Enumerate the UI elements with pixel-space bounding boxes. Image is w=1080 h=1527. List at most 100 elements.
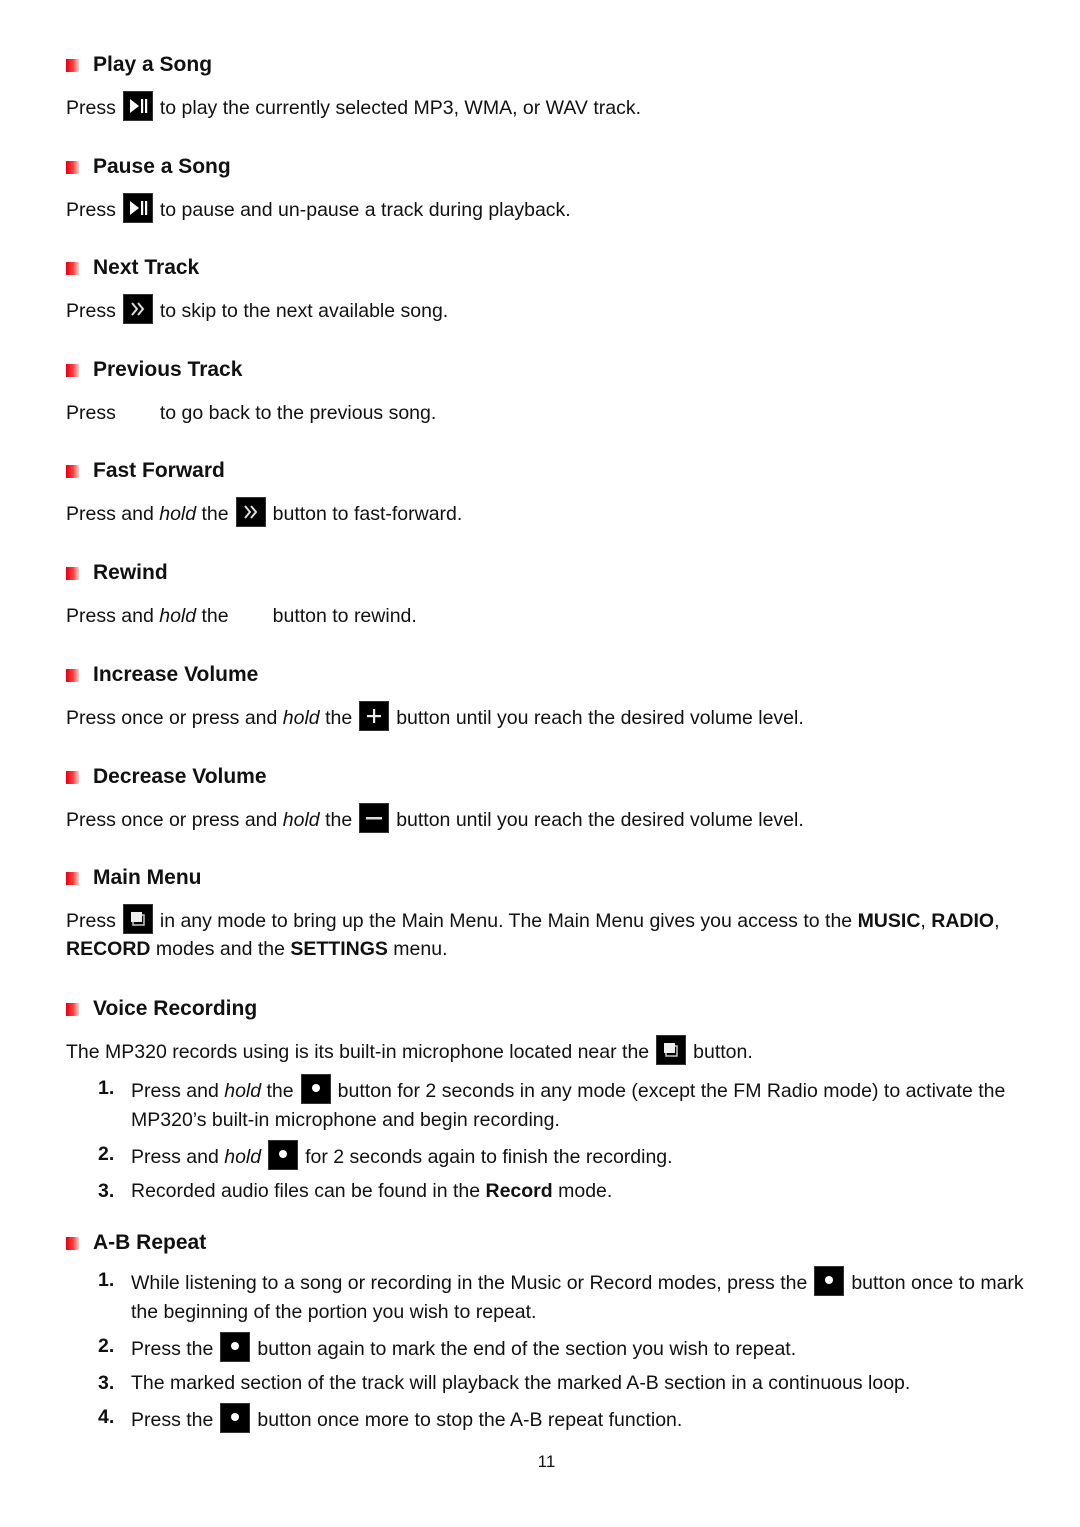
record-button-icon [300, 1074, 331, 1104]
step-number: 3. [98, 1372, 115, 1394]
text: Press and [131, 1146, 225, 1168]
section-bullet [66, 1002, 79, 1016]
section-heading: Pause a Song [93, 155, 231, 178]
section-bullet [66, 871, 79, 885]
list-item: 2. Press and hold for 2 seconds again to f… [66, 1140, 1026, 1172]
section-heading: Previous Track [93, 358, 243, 381]
section-heading: Main Menu [93, 866, 202, 889]
play-pause-icon [122, 91, 153, 121]
section-bullet [66, 668, 79, 682]
text: Recorded audio files can be found in the [131, 1180, 486, 1202]
next-icon [235, 497, 266, 527]
bold-text: RECORD [66, 938, 151, 960]
section-play-a-song: Play a Song Press to play the currently s… [66, 52, 1026, 122]
bold-text: Record [485, 1180, 553, 1202]
record-button-icon [814, 1266, 845, 1296]
play-pause-icon [122, 193, 153, 223]
text: button once more to stop the A-B repeat … [257, 1409, 683, 1431]
section-pause-a-song: Pause a Song Press to pause and un-pause … [66, 154, 1026, 224]
step-number: 3. [98, 1180, 115, 1202]
step-number: 1. [98, 1269, 115, 1291]
section-bullet [66, 261, 79, 275]
text: Press once or press and [66, 707, 283, 729]
text: The MP320 records using is its built-in … [66, 1041, 650, 1063]
text: Press the [131, 1409, 214, 1431]
section-heading: Voice Recording [93, 997, 258, 1020]
next-icon [122, 294, 153, 324]
plus-icon [359, 701, 390, 731]
section-fast-forward: Fast Forward Press and hold the button to… [66, 458, 1026, 528]
section-previous-track: Previous Track Press to go back to the pr… [66, 357, 1026, 427]
section-next-track: Next Track Press to skip to the next avai… [66, 255, 1026, 325]
text: button to fast-forward. [272, 503, 463, 525]
list-item: 1. Press and hold the button for 2 seconds… [66, 1074, 1026, 1135]
text: the [261, 1080, 294, 1102]
section-heading: Rewind [93, 561, 168, 584]
emphasis: hold [282, 707, 320, 729]
list-item: 2. Press the button again to mark the end … [66, 1332, 1026, 1364]
text: to skip to the next available song. [159, 300, 449, 322]
text: to play the currently selected MP3, WMA,… [159, 97, 642, 119]
section-bullet [66, 363, 79, 377]
bold-text: RADIO [931, 910, 995, 932]
section-ab-repeat: A-B Repeat 1. While listening to a song o… [66, 1230, 1026, 1440]
section-bullet [66, 160, 79, 174]
text: Press [66, 199, 116, 221]
text: mode. [552, 1180, 613, 1202]
list-item: 1. While listening to a song or recording… [66, 1266, 1026, 1327]
menu-icon [122, 904, 153, 934]
section-bullet [66, 58, 79, 72]
text: button again to mark the end of the sect… [257, 1338, 797, 1360]
list-item: 3. Recorded audio files can be found in t… [66, 1177, 1026, 1206]
text: the [196, 605, 229, 627]
text: modes and the [150, 938, 291, 960]
text: button until you reach the desired volum… [396, 809, 804, 831]
section-heading: A-B Repeat [93, 1231, 207, 1254]
emphasis: hold [159, 605, 197, 627]
text: Press [66, 402, 116, 424]
text: in any mode to bring up the Main Menu. T… [159, 910, 853, 932]
record-button-icon [220, 1332, 251, 1362]
emphasis: hold [159, 503, 197, 525]
bold-text: MUSIC [857, 910, 921, 932]
section-decrease-volume: Decrease Volume Press once or press and … [66, 764, 1026, 834]
section-bullet [66, 464, 79, 478]
minus-icon [359, 803, 390, 833]
text: Press [66, 97, 116, 119]
menu-icon [656, 1035, 687, 1065]
text: the [319, 809, 353, 831]
ab-repeat-steps: 1. While listening to a song or recording… [66, 1266, 1026, 1435]
text: While listening to a song or recording i… [131, 1272, 808, 1294]
text: Press and [66, 605, 160, 627]
section-heading: Increase Volume [93, 663, 259, 686]
step-number: 4. [98, 1406, 115, 1428]
voice-recording-steps: 1. Press and hold the button for 2 seconds… [66, 1074, 1026, 1206]
previous-icon [123, 396, 153, 426]
record-button-icon [268, 1140, 299, 1170]
section-heading: Next Track [93, 256, 200, 279]
step-number: 2. [98, 1143, 115, 1165]
text: the [319, 707, 353, 729]
text: Press the [131, 1338, 214, 1360]
text: to pause and un-pause a track during pla… [159, 199, 571, 221]
record-button-icon [220, 1403, 251, 1433]
step-number: 1. [98, 1077, 115, 1099]
text: to go back to the previous song. [159, 402, 437, 424]
emphasis: hold [224, 1146, 262, 1168]
section-heading: Decrease Volume [93, 765, 267, 788]
text: menu. [387, 938, 448, 960]
section-heading: Fast Forward [93, 459, 225, 482]
list-item: 3. The marked section of the track will p… [66, 1369, 1026, 1398]
text: The marked section of the track will pla… [131, 1372, 911, 1394]
section-bullet [66, 566, 79, 580]
section-voice-recording: Voice Recording The MP320 records using … [66, 996, 1026, 1211]
text: Press [66, 300, 116, 322]
section-heading: Play a Song [93, 53, 213, 76]
previous-icon [236, 599, 266, 629]
section-rewind: Rewind Press and hold the button to rewin… [66, 560, 1026, 630]
text: Press and [66, 503, 160, 525]
text: Press and [131, 1080, 225, 1102]
bold-text: SETTINGS [290, 938, 388, 960]
text: for 2 seconds again to finish the record… [305, 1146, 673, 1168]
list-item: 4. Press the button once more to stop the … [66, 1403, 1026, 1435]
